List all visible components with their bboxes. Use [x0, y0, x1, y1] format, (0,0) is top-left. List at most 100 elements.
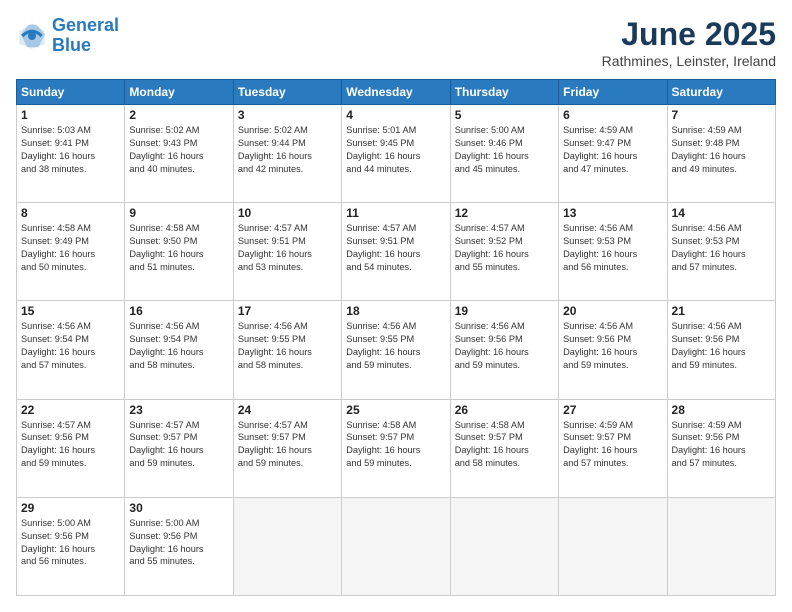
day-cell: 16 Sunrise: 4:56 AM Sunset: 9:54 PM Dayli…: [125, 301, 233, 399]
month-title: June 2025: [602, 16, 776, 53]
day-number: 28: [672, 403, 771, 417]
day-cell: 20 Sunrise: 4:56 AM Sunset: 9:56 PM Dayli…: [559, 301, 667, 399]
day-cell: 13 Sunrise: 4:56 AM Sunset: 9:53 PM Dayli…: [559, 203, 667, 301]
day-number: 4: [346, 108, 445, 122]
day-cell: 10 Sunrise: 4:57 AM Sunset: 9:51 PM Dayli…: [233, 203, 341, 301]
day-detail: Sunrise: 4:56 AM Sunset: 9:56 PM Dayligh…: [563, 320, 662, 372]
day-number: 25: [346, 403, 445, 417]
week-row-3: 15 Sunrise: 4:56 AM Sunset: 9:54 PM Dayli…: [17, 301, 776, 399]
day-detail: Sunrise: 5:01 AM Sunset: 9:45 PM Dayligh…: [346, 124, 445, 176]
day-cell: 2 Sunrise: 5:02 AM Sunset: 9:43 PM Daylig…: [125, 105, 233, 203]
day-cell: 8 Sunrise: 4:58 AM Sunset: 9:49 PM Daylig…: [17, 203, 125, 301]
day-cell: 5 Sunrise: 5:00 AM Sunset: 9:46 PM Daylig…: [450, 105, 558, 203]
day-detail: Sunrise: 4:58 AM Sunset: 9:49 PM Dayligh…: [21, 222, 120, 274]
day-detail: Sunrise: 4:56 AM Sunset: 9:56 PM Dayligh…: [455, 320, 554, 372]
day-cell: 7Sunrise: 4:59 AM Sunset: 9:48 PM Daylig…: [667, 105, 775, 203]
week-row-1: 1 Sunrise: 5:03 AM Sunset: 9:41 PM Daylig…: [17, 105, 776, 203]
day-number: 30: [129, 501, 228, 515]
day-number: 19: [455, 304, 554, 318]
day-detail: Sunrise: 4:56 AM Sunset: 9:56 PM Dayligh…: [672, 320, 771, 372]
day-detail: Sunrise: 4:59 AM Sunset: 9:57 PM Dayligh…: [563, 419, 662, 471]
week-row-5: 29 Sunrise: 5:00 AM Sunset: 9:56 PM Dayli…: [17, 497, 776, 595]
day-cell: 3 Sunrise: 5:02 AM Sunset: 9:44 PM Daylig…: [233, 105, 341, 203]
day-detail: Sunrise: 5:02 AM Sunset: 9:44 PM Dayligh…: [238, 124, 337, 176]
day-cell: [667, 497, 775, 595]
col-saturday: Saturday: [667, 80, 775, 105]
day-detail: Sunrise: 4:59 AM Sunset: 9:47 PM Dayligh…: [563, 124, 662, 176]
day-detail: Sunrise: 5:03 AM Sunset: 9:41 PM Dayligh…: [21, 124, 120, 176]
day-number: 23: [129, 403, 228, 417]
page: General Blue June 2025 Rathmines, Leinst…: [0, 0, 792, 612]
day-cell: 22Sunrise: 4:57 AM Sunset: 9:56 PM Dayli…: [17, 399, 125, 497]
header-row: Sunday Monday Tuesday Wednesday Thursday…: [17, 80, 776, 105]
day-cell: 24Sunrise: 4:57 AM Sunset: 9:57 PM Dayli…: [233, 399, 341, 497]
day-number: 16: [129, 304, 228, 318]
day-detail: Sunrise: 4:56 AM Sunset: 9:53 PM Dayligh…: [563, 222, 662, 274]
day-detail: Sunrise: 4:56 AM Sunset: 9:54 PM Dayligh…: [21, 320, 120, 372]
day-number: 26: [455, 403, 554, 417]
day-cell: [233, 497, 341, 595]
day-detail: Sunrise: 5:00 AM Sunset: 9:46 PM Dayligh…: [455, 124, 554, 176]
day-detail: Sunrise: 4:57 AM Sunset: 9:51 PM Dayligh…: [238, 222, 337, 274]
day-cell: 15 Sunrise: 4:56 AM Sunset: 9:54 PM Dayli…: [17, 301, 125, 399]
day-cell: 19 Sunrise: 4:56 AM Sunset: 9:56 PM Dayli…: [450, 301, 558, 399]
day-number: 5: [455, 108, 554, 122]
day-number: 7: [672, 108, 771, 122]
day-cell: 11Sunrise: 4:57 AM Sunset: 9:51 PM Dayli…: [342, 203, 450, 301]
day-number: 20: [563, 304, 662, 318]
day-number: 17: [238, 304, 337, 318]
calendar: Sunday Monday Tuesday Wednesday Thursday…: [16, 79, 776, 596]
logo-text: General Blue: [52, 16, 119, 56]
day-cell: 9Sunrise: 4:58 AM Sunset: 9:50 PM Daylig…: [125, 203, 233, 301]
day-cell: 28 Sunrise: 4:59 AM Sunset: 9:56 PM Dayli…: [667, 399, 775, 497]
day-number: 6: [563, 108, 662, 122]
day-cell: 25 Sunrise: 4:58 AM Sunset: 9:57 PM Dayli…: [342, 399, 450, 497]
day-detail: Sunrise: 4:57 AM Sunset: 9:56 PM Dayligh…: [21, 419, 120, 471]
col-monday: Monday: [125, 80, 233, 105]
day-number: 15: [21, 304, 120, 318]
day-cell: 30Sunrise: 5:00 AM Sunset: 9:56 PM Dayli…: [125, 497, 233, 595]
day-detail: Sunrise: 4:56 AM Sunset: 9:54 PM Dayligh…: [129, 320, 228, 372]
logo-line2: Blue: [52, 35, 91, 55]
day-cell: 14Sunrise: 4:56 AM Sunset: 9:53 PM Dayli…: [667, 203, 775, 301]
day-cell: [450, 497, 558, 595]
day-cell: 4 Sunrise: 5:01 AM Sunset: 9:45 PM Daylig…: [342, 105, 450, 203]
col-tuesday: Tuesday: [233, 80, 341, 105]
day-detail: Sunrise: 5:00 AM Sunset: 9:56 PM Dayligh…: [21, 517, 120, 569]
day-detail: Sunrise: 5:02 AM Sunset: 9:43 PM Dayligh…: [129, 124, 228, 176]
day-cell: 17Sunrise: 4:56 AM Sunset: 9:55 PM Dayli…: [233, 301, 341, 399]
day-detail: Sunrise: 4:57 AM Sunset: 9:52 PM Dayligh…: [455, 222, 554, 274]
col-sunday: Sunday: [17, 80, 125, 105]
day-number: 14: [672, 206, 771, 220]
day-number: 1: [21, 108, 120, 122]
day-cell: [559, 497, 667, 595]
day-detail: Sunrise: 4:59 AM Sunset: 9:56 PM Dayligh…: [672, 419, 771, 471]
day-cell: 26 Sunrise: 4:58 AM Sunset: 9:57 PM Dayli…: [450, 399, 558, 497]
day-number: 2: [129, 108, 228, 122]
day-cell: 1 Sunrise: 5:03 AM Sunset: 9:41 PM Daylig…: [17, 105, 125, 203]
col-friday: Friday: [559, 80, 667, 105]
day-detail: Sunrise: 4:57 AM Sunset: 9:57 PM Dayligh…: [129, 419, 228, 471]
location: Rathmines, Leinster, Ireland: [602, 53, 776, 69]
day-detail: Sunrise: 4:58 AM Sunset: 9:57 PM Dayligh…: [455, 419, 554, 471]
day-number: 29: [21, 501, 120, 515]
day-number: 11: [346, 206, 445, 220]
day-number: 8: [21, 206, 120, 220]
logo-icon: [16, 20, 48, 52]
day-number: 3: [238, 108, 337, 122]
day-cell: 12Sunrise: 4:57 AM Sunset: 9:52 PM Dayli…: [450, 203, 558, 301]
day-cell: 18Sunrise: 4:56 AM Sunset: 9:55 PM Dayli…: [342, 301, 450, 399]
day-detail: Sunrise: 4:58 AM Sunset: 9:57 PM Dayligh…: [346, 419, 445, 471]
day-number: 27: [563, 403, 662, 417]
day-number: 10: [238, 206, 337, 220]
week-row-2: 8 Sunrise: 4:58 AM Sunset: 9:49 PM Daylig…: [17, 203, 776, 301]
day-detail: Sunrise: 4:56 AM Sunset: 9:55 PM Dayligh…: [346, 320, 445, 372]
header: General Blue June 2025 Rathmines, Leinst…: [16, 16, 776, 69]
day-number: 21: [672, 304, 771, 318]
day-detail: Sunrise: 4:58 AM Sunset: 9:50 PM Dayligh…: [129, 222, 228, 274]
day-number: 13: [563, 206, 662, 220]
logo-line1: General: [52, 15, 119, 35]
day-cell: 6 Sunrise: 4:59 AM Sunset: 9:47 PM Daylig…: [559, 105, 667, 203]
day-cell: 29 Sunrise: 5:00 AM Sunset: 9:56 PM Dayli…: [17, 497, 125, 595]
week-row-4: 22Sunrise: 4:57 AM Sunset: 9:56 PM Dayli…: [17, 399, 776, 497]
